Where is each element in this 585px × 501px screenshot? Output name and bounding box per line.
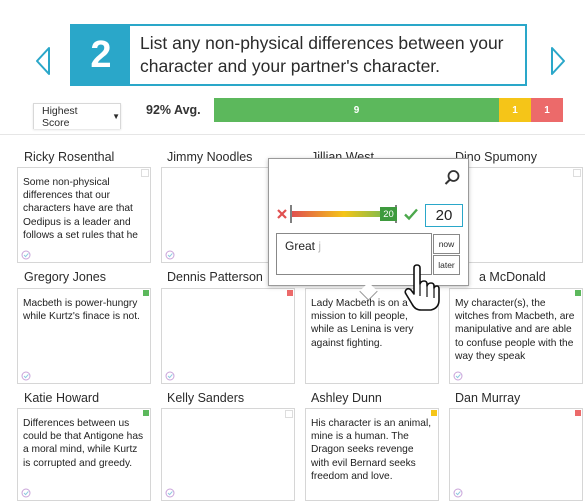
sort-dropdown[interactable]: Highest Score ▼ bbox=[33, 103, 121, 129]
answer-card[interactable]: Macbeth is power-hungry while Kurtz's fi… bbox=[17, 288, 151, 384]
score-flag bbox=[285, 410, 293, 418]
check-icon[interactable] bbox=[403, 206, 419, 222]
average-score: 92% Avg. bbox=[146, 103, 201, 117]
grade-check-icon bbox=[165, 250, 175, 260]
grade-check-icon bbox=[21, 250, 31, 260]
question-prompt: 2 List any non-physical differences betw… bbox=[70, 24, 527, 86]
answer-card[interactable] bbox=[449, 408, 583, 501]
answer-card[interactable] bbox=[449, 167, 583, 263]
student-name: Dennis Patterson bbox=[167, 270, 263, 284]
x-icon[interactable] bbox=[274, 206, 290, 222]
grade-check-icon bbox=[453, 371, 463, 381]
score-input[interactable]: 20 bbox=[425, 204, 463, 227]
student-name: a McDonald bbox=[479, 270, 546, 284]
student-name: Kelly Sanders bbox=[167, 391, 245, 405]
answer-text: Macbeth is power-hungry while Kurtz's fi… bbox=[23, 298, 140, 323]
grade-check-icon bbox=[21, 488, 31, 498]
comment-text: Great bbox=[285, 239, 316, 253]
prev-question-button[interactable] bbox=[33, 44, 53, 78]
toolbar-divider bbox=[0, 134, 585, 135]
score-bar-green[interactable]: 9 bbox=[214, 98, 499, 122]
student-name: Ashley Dunn bbox=[311, 391, 382, 405]
score-flag bbox=[143, 410, 149, 416]
grade-check-icon bbox=[21, 371, 31, 381]
caret-down-icon: ▼ bbox=[112, 112, 120, 121]
answer-card[interactable]: My character(s), the witches from Macbet… bbox=[449, 288, 583, 384]
slider-thumb[interactable]: 20 bbox=[380, 207, 397, 221]
answer-card[interactable]: Differences between us could be that Ant… bbox=[17, 408, 151, 501]
student-name: Gregory Jones bbox=[24, 270, 106, 284]
score-flag bbox=[143, 290, 149, 296]
answer-card[interactable] bbox=[161, 408, 295, 501]
answer-card[interactable] bbox=[161, 288, 295, 384]
answer-text: His character is an animal, mine is a hu… bbox=[311, 418, 432, 482]
send-now-button[interactable]: now bbox=[433, 234, 460, 254]
score-flag bbox=[431, 410, 437, 416]
search-icon[interactable] bbox=[443, 169, 461, 187]
question-number: 2 bbox=[72, 26, 130, 84]
answer-card[interactable]: His character is an animal, mine is a hu… bbox=[305, 408, 439, 501]
student-name: Jimmy Noodles bbox=[167, 150, 253, 164]
grade-check-icon bbox=[165, 371, 175, 381]
score-bar-yellow[interactable]: 1 bbox=[499, 98, 531, 122]
answer-card[interactable]: Some non-physical differences that our c… bbox=[17, 167, 151, 263]
grade-check-icon bbox=[165, 488, 175, 498]
score-flag bbox=[141, 169, 149, 177]
question-text: List any non-physical differences betwee… bbox=[140, 33, 504, 76]
answer-text: Differences between us could be that Ant… bbox=[23, 418, 144, 469]
score-flag bbox=[575, 410, 581, 416]
text-cursor: j bbox=[318, 239, 322, 253]
sort-dropdown-label: Highest Score bbox=[42, 104, 78, 129]
score-bar-red[interactable]: 1 bbox=[531, 98, 563, 122]
student-name: Dan Murray bbox=[455, 391, 521, 405]
score-flag bbox=[573, 169, 581, 177]
answer-text: Some non-physical differences that our c… bbox=[23, 177, 138, 241]
next-question-button[interactable] bbox=[548, 44, 568, 78]
grade-check-icon bbox=[453, 488, 463, 498]
answer-text: My character(s), the witches from Macbet… bbox=[455, 298, 575, 362]
score-flag bbox=[575, 290, 581, 296]
hand-pointer-icon bbox=[404, 264, 440, 311]
score-flag bbox=[287, 290, 293, 296]
student-name: Katie Howard bbox=[24, 391, 100, 405]
student-name: Ricky Rosenthal bbox=[24, 150, 115, 164]
